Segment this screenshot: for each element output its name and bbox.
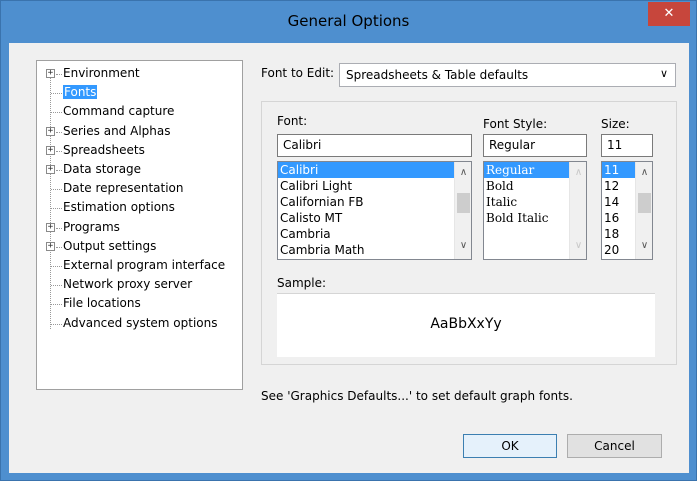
tree-item[interactable]: Command capture [63, 103, 174, 121]
scroll-down-icon[interactable]: ∨ [455, 240, 471, 251]
font-list-item[interactable]: Cambria Math [278, 242, 471, 258]
font-to-edit-dropdown[interactable]: Spreadsheets & Table defaults ∨ [339, 63, 676, 87]
general-options-dialog: General Options ✕ + Environment Fonts Comma… [0, 0, 697, 481]
font-list-item[interactable]: Californian FB [278, 194, 471, 210]
tree-item-label: Fonts [63, 85, 98, 100]
cancel-button[interactable]: Cancel [567, 434, 662, 458]
tree-connector [51, 323, 62, 325]
font-list-item[interactable]: Calibri [278, 162, 454, 178]
tree-connector [56, 74, 62, 75]
font-name-list[interactable]: Calibri Calibri Light Californian FB Calist… [277, 161, 472, 260]
font-size-input[interactable]: 11 [601, 134, 653, 157]
chevron-down-icon: ∨ [659, 67, 668, 80]
tree-connector [56, 246, 62, 248]
tree-connector [51, 208, 62, 210]
font-to-edit-value: Spreadsheets & Table defaults [346, 68, 529, 82]
tree-item[interactable]: Output settings [63, 238, 156, 256]
sample-label: Sample: [277, 276, 327, 290]
tree-connector [51, 189, 62, 191]
tree-item-label: Spreadsheets [63, 142, 145, 157]
tree-item[interactable]: Data storage [63, 161, 141, 179]
size-list-scrollbar[interactable]: ∧ ∨ [635, 162, 652, 259]
tree-item[interactable]: External program interface [63, 257, 225, 275]
tree-item-label: Environment [63, 66, 140, 80]
scroll-thumb[interactable] [457, 193, 470, 213]
tree-item-label: Network proxy server [63, 277, 193, 292]
scroll-down-icon[interactable]: ∨ [636, 240, 652, 251]
tree-item-label: Series and Alphas [63, 123, 171, 138]
font-to-edit-label: Font to Edit: [261, 66, 335, 80]
font-style-scrollbar: ∧ ∨ [569, 162, 586, 259]
tree-connector [51, 304, 62, 306]
tree-item-label: File locations [63, 296, 141, 311]
tree-item[interactable]: Environment [63, 65, 140, 83]
font-list-item[interactable]: Calibri Light [278, 178, 471, 194]
font-style-input[interactable]: Regular [483, 134, 587, 157]
tree-connector [56, 170, 62, 171]
expand-icon[interactable]: + [46, 165, 55, 174]
tree-item-label: Programs [63, 219, 120, 234]
expand-icon[interactable]: + [46, 126, 55, 136]
tree-item[interactable]: Fonts [63, 84, 98, 102]
ok-button[interactable]: OK [463, 434, 557, 458]
window-title: General Options [287, 12, 410, 30]
tree-item[interactable]: Estimation options [63, 199, 175, 217]
expand-icon[interactable]: + [46, 145, 55, 155]
tree-guide-line [50, 77, 51, 329]
expand-icon[interactable]: + [46, 222, 55, 232]
close-button[interactable]: ✕ [648, 2, 690, 26]
tree-item-label: External program interface [63, 258, 226, 272]
tree-item-label: Output settings [63, 238, 157, 253]
tree-connector [51, 93, 62, 95]
tree-connector [51, 112, 62, 114]
options-tree[interactable]: + Environment Fonts Command capture + Series … [36, 60, 243, 390]
tree-item-label: Estimation options [63, 200, 175, 215]
tree-item-label: Date representation [63, 181, 184, 196]
scroll-thumb[interactable] [638, 193, 651, 213]
size-list-item[interactable]: 11 [602, 162, 635, 178]
font-list-scrollbar[interactable]: ∧ ∨ [454, 162, 471, 259]
tree-item-label: Advanced system options [63, 315, 218, 330]
tree-item[interactable]: Date representation [63, 180, 184, 198]
scroll-down-icon: ∨ [574, 240, 583, 251]
title-bar[interactable]: General Options ✕ [1, 1, 696, 43]
font-list-item[interactable]: Calisto MT [278, 210, 471, 226]
close-icon: ✕ [663, 6, 675, 21]
expand-icon[interactable]: + [46, 69, 55, 78]
tree-connector [56, 131, 62, 133]
tree-item-label: Command capture [63, 104, 175, 119]
scroll-up-icon: ∧ [574, 167, 583, 178]
font-style-list[interactable]: Regular Bold Italic Bold Italic ∧ ∨ [483, 161, 587, 260]
sample-preview: AaBbXxYy [277, 293, 655, 357]
scroll-up-icon[interactable]: ∧ [455, 167, 471, 178]
tree-item[interactable]: Network proxy server [63, 276, 192, 294]
graphics-defaults-hint: See 'Graphics Defaults...' to set defaul… [261, 389, 573, 403]
dialog-body: + Environment Fonts Command capture + Series … [9, 43, 689, 473]
tree-item-label: Data storage [63, 162, 142, 176]
scroll-up-icon[interactable]: ∧ [636, 167, 652, 178]
tree-item[interactable]: Advanced system options [63, 315, 217, 333]
tree-item[interactable]: Spreadsheets [63, 142, 145, 160]
tree-connector [51, 285, 62, 287]
sample-text: AaBbXxYy [430, 316, 502, 332]
tree-item[interactable]: File locations [63, 295, 141, 313]
tree-connector [56, 227, 62, 229]
tree-connector [56, 150, 62, 152]
font-list-item[interactable]: Cambria [278, 226, 471, 242]
font-style-list-item[interactable]: Regular [484, 162, 569, 178]
tree-connector [51, 266, 62, 267]
font-name-input[interactable]: Calibri [277, 134, 472, 157]
tree-item[interactable]: Series and Alphas [63, 123, 170, 141]
font-label: Font: [277, 114, 308, 128]
font-style-label: Font Style: [483, 117, 548, 131]
tree-item[interactable]: Programs [63, 219, 120, 237]
font-size-list[interactable]: 11 12 14 16 18 20 ∧ ∨ [601, 161, 653, 260]
expand-icon[interactable]: + [46, 241, 55, 251]
size-label: Size: [601, 117, 630, 131]
